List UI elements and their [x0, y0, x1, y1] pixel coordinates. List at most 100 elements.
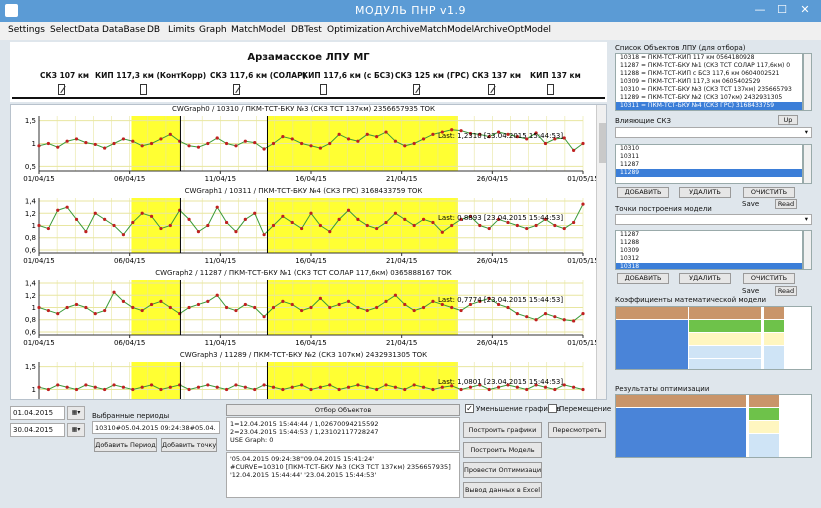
- menu-archiveoptmodel[interactable]: ArchiveOptModel: [474, 25, 551, 35]
- point-list-item[interactable]: 10309: [616, 247, 802, 255]
- read-button[interactable]: Read: [775, 286, 797, 296]
- grid-cell[interactable]: [749, 408, 779, 420]
- graph-2[interactable]: CWGraph2 / 11287 / ПКМ-ТСТ-БКУ №1 (СКЗ Т…: [11, 269, 596, 351]
- skz-list-item[interactable]: 10311: [616, 153, 802, 161]
- menu-dbtest[interactable]: DBTest: [291, 25, 322, 35]
- menu-optimization[interactable]: Optimization: [327, 25, 385, 35]
- charts-scrollbar[interactable]: [596, 105, 606, 399]
- point-list-item[interactable]: 11287: [616, 231, 802, 239]
- objects-list-scrollbar[interactable]: [803, 53, 812, 111]
- optimization-button[interactable]: Провести Оптимизацию: [463, 462, 542, 478]
- graph-plot[interactable]: 1,4 1,2 1 0,8 0,6 01/04/15 06/04/15 11/04/15 16/…: [11, 269, 596, 351]
- menu-matchmodel[interactable]: MatchModel: [231, 25, 285, 35]
- grid-cell[interactable]: [764, 320, 784, 332]
- points-combo[interactable]: ▾: [615, 214, 812, 225]
- grid-cell[interactable]: [749, 434, 779, 457]
- data-point: [243, 217, 247, 221]
- selection-textbox[interactable]: 1=12.04.2015 15:44:44 / 1,02670094215592…: [226, 417, 460, 451]
- grid-cell[interactable]: [689, 346, 761, 358]
- clear-skz-button[interactable]: ОЧИСТИТЬ: [743, 187, 795, 198]
- object-list-item[interactable]: 10310 = ПКМ-ТСТ-БКУ №3 (СКЗ ТСТ 137км) 2…: [616, 86, 802, 94]
- objects-list[interactable]: 10318 = ПКМ-ТСТ-КИП 117 км 0564180928 112…: [615, 53, 803, 111]
- delete-skz-button[interactable]: УДАЛИТЬ: [679, 187, 731, 198]
- menu-graph[interactable]: Graph: [199, 25, 227, 35]
- skz-combo[interactable]: ▾: [615, 127, 812, 138]
- object-list-item[interactable]: 11287 = ПКМ-ТСТ-БКУ №1 (СКЗ ТСТ СОЛАР 11…: [616, 62, 802, 70]
- point-list-item[interactable]: 10318: [616, 263, 802, 269]
- points-list-scrollbar[interactable]: [803, 230, 812, 270]
- point-list-item[interactable]: 11288: [616, 239, 802, 247]
- moving-checkbox[interactable]: [548, 404, 557, 413]
- menu-db[interactable]: DB: [147, 25, 160, 35]
- add-skz-button[interactable]: ДОБАВИТЬ: [617, 187, 669, 198]
- menu-selectdata[interactable]: SelectData: [50, 25, 99, 35]
- data-point: [56, 312, 60, 316]
- point-list-item[interactable]: 10312: [616, 255, 802, 263]
- log-textbox[interactable]: '05.04.2015 09:24:38''09.04.2015 15:41:2…: [226, 452, 460, 498]
- object-list-item[interactable]: 11288 = ПКМ-ТСТ-КИП с БСЗ 117,6 км 06040…: [616, 70, 802, 78]
- up-button[interactable]: Up: [778, 115, 798, 125]
- minimize-button[interactable]: —: [752, 3, 768, 17]
- menu-database[interactable]: DataBase: [102, 25, 145, 35]
- graph-1[interactable]: CWGraph1 / 10311 / ПКМ-ТСТ-БКУ №4 (СКЗ Г…: [11, 187, 596, 269]
- object-list-item[interactable]: 10309 = ПКМ-ТСТ-КИП 117,3 км 0605402529: [616, 78, 802, 86]
- menu-archivematchmodel[interactable]: ArchiveMatchModel: [386, 25, 474, 35]
- grid-cell[interactable]: [764, 333, 784, 345]
- build-model-button[interactable]: Построить Модель: [463, 442, 542, 458]
- grid-cell[interactable]: [689, 320, 761, 332]
- skz-station-icon[interactable]: [233, 84, 240, 95]
- menu-settings[interactable]: Settings: [8, 25, 45, 35]
- close-button[interactable]: ✕: [797, 3, 813, 17]
- data-point: [534, 318, 538, 322]
- skz-list-item[interactable]: 11289: [616, 169, 802, 177]
- object-list-item[interactable]: 11289 = ПКМ-ТСТ-БКУ №2 (СКЗ 107км) 24329…: [616, 94, 802, 102]
- menu-limits[interactable]: Limits: [168, 25, 195, 35]
- grid-cell[interactable]: [689, 333, 761, 345]
- graph-3[interactable]: CWGraph3 / 11289 / ПКМ-ТСТ-БКУ №2 (СКЗ 1…: [11, 351, 596, 400]
- skz-list-item[interactable]: 11287: [616, 161, 802, 169]
- date-from-field[interactable]: 01.04.2015: [10, 406, 65, 420]
- build-graphs-button[interactable]: Построить графики: [463, 422, 542, 438]
- object-list-item[interactable]: 10311 = ПКМ-ТСТ-БКУ №4 (СКЗ ГРС) 3168433…: [616, 102, 802, 110]
- kip-station-icon[interactable]: [547, 84, 554, 95]
- add-point-list-button[interactable]: ДОБАВИТЬ: [617, 273, 669, 284]
- maximize-button[interactable]: ☐: [774, 3, 790, 17]
- skz-station-icon[interactable]: [58, 84, 65, 95]
- data-point: [365, 223, 369, 228]
- skz-list[interactable]: 10310 10311 11287 11289: [615, 144, 803, 184]
- object-list-item[interactable]: 10318 = ПКМ-ТСТ-КИП 117 км 0564180928: [616, 54, 802, 62]
- save-link[interactable]: Save: [742, 200, 759, 208]
- points-list[interactable]: 11287 11288 10309 10312 10318: [615, 230, 803, 270]
- skz-station-icon[interactable]: [413, 84, 420, 95]
- periods-combo[interactable]: 10310#05.04.2015 09:24:38#05.04.: [92, 421, 220, 434]
- recalc-button[interactable]: Пересмотреть: [548, 422, 606, 438]
- skz-list-scrollbar[interactable]: [803, 144, 812, 184]
- save-link[interactable]: Save: [742, 287, 759, 295]
- graph-plot[interactable]: 1,5101/04/1506/04/1511/04/1516/04/1521/0…: [11, 351, 596, 400]
- export-excel-button[interactable]: Вывод данных в Excel: [463, 482, 542, 498]
- grid-cell[interactable]: [749, 421, 779, 433]
- date-to-field[interactable]: 30.04.2015: [10, 423, 65, 437]
- graph-0[interactable]: CWGraph0 / 10310 / ПКМ-ТСТ-БКУ №3 (СКЗ Т…: [11, 105, 596, 187]
- add-point-button[interactable]: Добавить точку: [161, 438, 217, 452]
- graph-plot[interactable]: 1,5 1 0,5 01/04/15 06/04/15 11/04/15 16/04/15 2…: [11, 105, 596, 187]
- graph-plot[interactable]: 1,4 1,2 1 0,8 0,6 01/04/15 06/04/15 11/04/15 16/…: [11, 187, 596, 269]
- read-button[interactable]: Read: [775, 199, 797, 209]
- delete-point-button[interactable]: УДАЛИТЬ: [679, 273, 731, 284]
- results-grid[interactable]: [615, 394, 812, 458]
- calendar-dropdown-icon[interactable]: ▦▾: [67, 406, 85, 420]
- skz-list-item[interactable]: 10310: [616, 145, 802, 153]
- grid-cell[interactable]: [689, 359, 761, 369]
- clear-points-button[interactable]: ОЧИСТИТЬ: [743, 273, 795, 284]
- x-tick-label: 16/04/15: [295, 175, 326, 183]
- scrollbar-thumb[interactable]: [599, 123, 606, 163]
- kip-station-icon[interactable]: [320, 84, 327, 95]
- coef-grid[interactable]: [615, 306, 812, 370]
- add-period-button[interactable]: Добавить Период: [94, 438, 157, 452]
- select-objects-button[interactable]: Отбор Объектов: [226, 404, 460, 416]
- grid-cell[interactable]: [764, 346, 784, 369]
- skz-station-icon[interactable]: [488, 84, 495, 95]
- zoom-graphs-checkbox[interactable]: ✓: [465, 404, 474, 413]
- calendar-dropdown-icon[interactable]: ▦▾: [67, 423, 85, 437]
- kip-station-icon[interactable]: [140, 84, 147, 95]
